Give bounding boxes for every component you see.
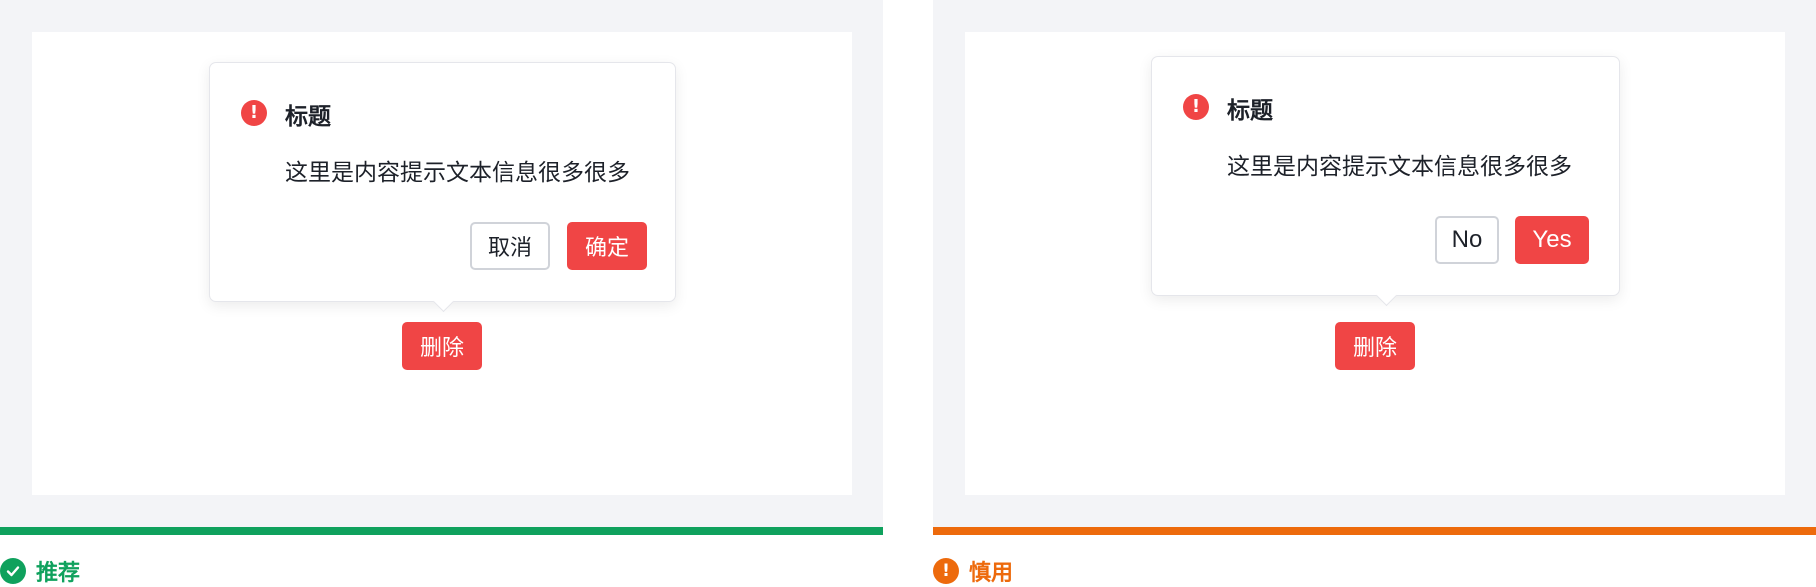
popconfirm-content: 这里是内容提示文本信息很多很多 (1227, 154, 1572, 180)
example-background: ! 标题 这里是内容提示文本信息很多很多 取消 确定 删除 (0, 0, 883, 527)
verdict-label: 慎用 (969, 561, 1014, 586)
example-canvas: ! 标题 这里是内容提示文本信息很多很多 No Yes 删除 (965, 32, 1785, 495)
confirm-button[interactable]: 确定 (567, 222, 647, 270)
example-caution: ! 标题 这里是内容提示文本信息很多很多 No Yes 删除 ! 慎用 (933, 0, 1816, 586)
popconfirm-title: 标题 (285, 104, 331, 130)
exclamation-glyph: ! (1191, 96, 1201, 117)
popover-arrow (432, 290, 454, 313)
example-background: ! 标题 这里是内容提示文本信息很多很多 No Yes 删除 (933, 0, 1816, 527)
exclamation-circle-icon: ! (933, 558, 959, 584)
popconfirm: ! 标题 这里是内容提示文本信息很多很多 取消 确定 (209, 62, 676, 313)
example-canvas: ! 标题 这里是内容提示文本信息很多很多 取消 确定 删除 (32, 32, 852, 495)
check-circle-icon (0, 558, 26, 584)
delete-button[interactable]: 删除 (402, 322, 482, 370)
exclamation-circle-icon: ! (241, 100, 267, 126)
popover-arrow (1375, 284, 1397, 307)
exclamation-glyph: ! (249, 102, 259, 123)
example-recommended: ! 标题 这里是内容提示文本信息很多很多 取消 确定 删除 推荐 (0, 0, 883, 586)
cancel-button[interactable]: 取消 (470, 222, 550, 270)
popconfirm-content: 这里是内容提示文本信息很多很多 (285, 160, 630, 186)
no-button[interactable]: No (1435, 216, 1499, 264)
recommend-bar (0, 527, 883, 535)
caution-bar (933, 527, 1816, 535)
delete-button[interactable]: 删除 (1335, 322, 1415, 370)
exclamation-glyph: ! (942, 561, 950, 581)
popconfirm-title: 标题 (1227, 98, 1273, 124)
exclamation-circle-icon: ! (1183, 94, 1209, 120)
popconfirm: ! 标题 这里是内容提示文本信息很多很多 No Yes (1151, 56, 1620, 307)
verdict-recommend: 推荐 (0, 557, 81, 586)
verdict-caution: ! 慎用 (933, 557, 1014, 586)
verdict-label: 推荐 (36, 561, 81, 586)
yes-button[interactable]: Yes (1515, 216, 1589, 264)
